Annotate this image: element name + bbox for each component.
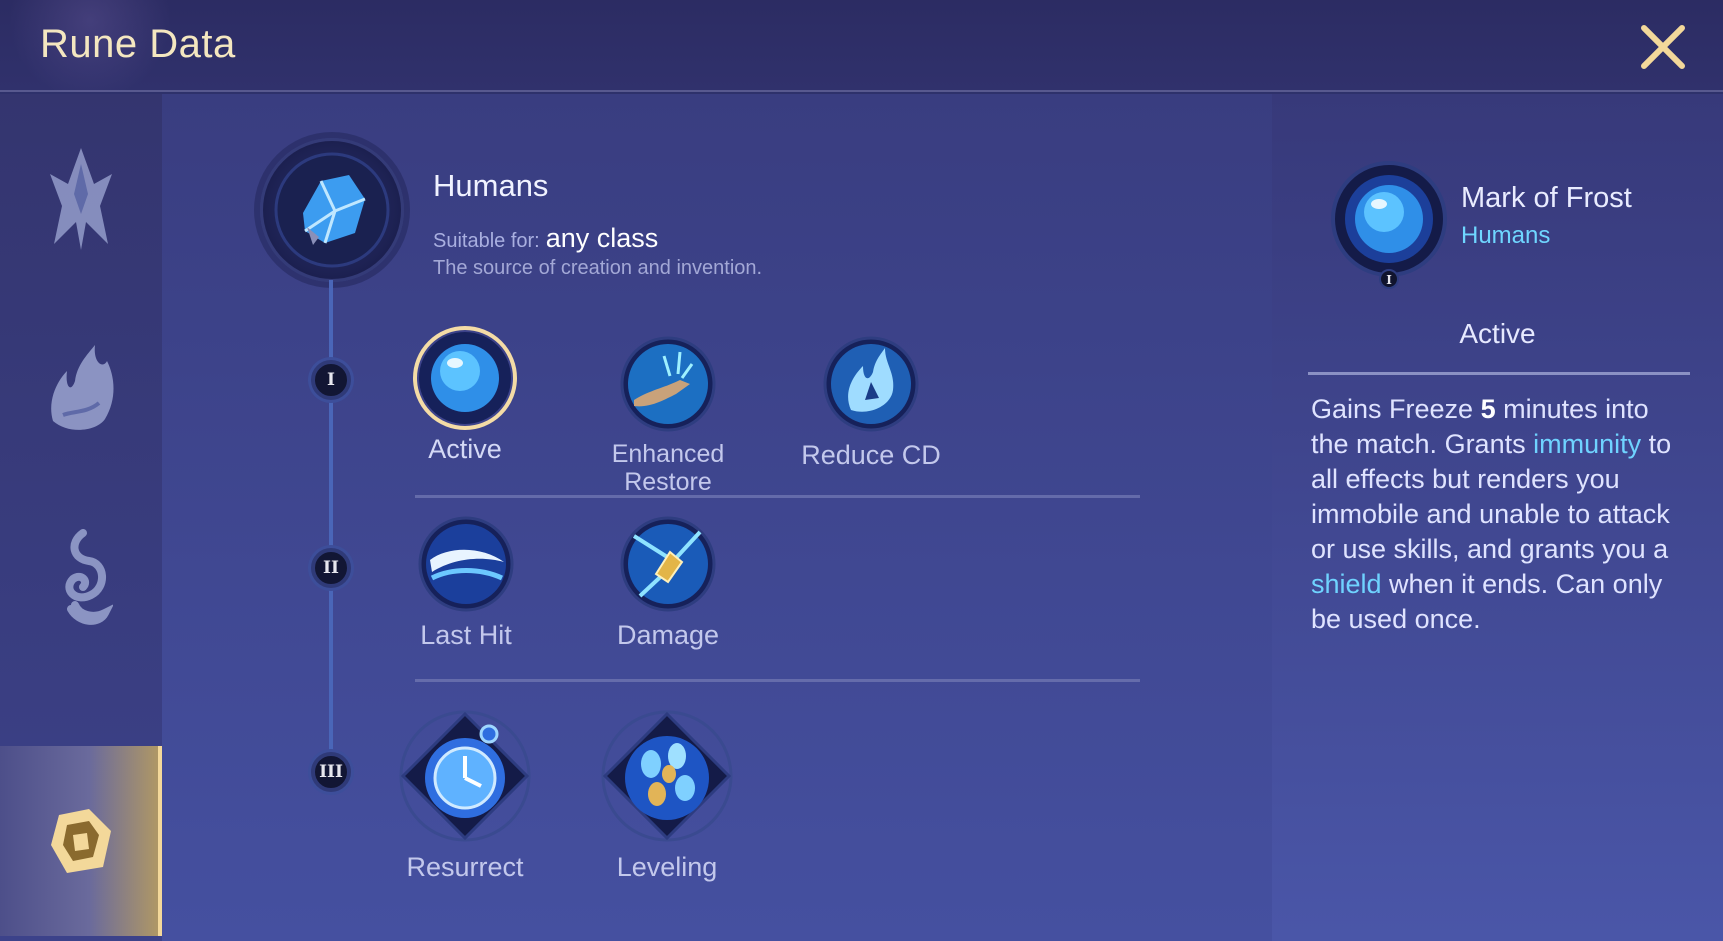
rune-label: Damage: [616, 620, 720, 650]
gold-shard-icon: [620, 516, 716, 612]
race-description: The source of creation and invention.: [433, 257, 763, 279]
rune-label: Reduce CD: [801, 440, 941, 470]
category-tab-2[interactable]: [0, 294, 162, 484]
tier-divider-1: [415, 495, 1140, 498]
frost-orb-icon: I: [1331, 161, 1447, 289]
spiky-crest-icon: [50, 148, 112, 250]
rune-data-screen: Rune Data Humans Suitable for: any class…: [0, 0, 1723, 941]
detail-divider: [1308, 372, 1690, 375]
rune-label: Last Hit: [420, 620, 512, 650]
flame-claw-icon: [51, 345, 114, 430]
category-tab-1[interactable]: [0, 104, 162, 294]
rune-reduce-cd[interactable]: Reduce CD: [771, 336, 971, 470]
frost-orb-icon: [413, 326, 517, 430]
coins-icon: [601, 710, 733, 842]
category-tab-3[interactable]: [0, 484, 162, 674]
race-name: Humans: [433, 168, 549, 203]
selected-rune-description: Gains Freeze 5 minutes into the match. G…: [1311, 392, 1691, 637]
race-emblem: [260, 138, 404, 282]
blue-flame-icon: [823, 336, 919, 432]
category-sidebar: [0, 94, 162, 941]
blue-crystal-icon: [274, 152, 390, 268]
close-button[interactable]: [1636, 20, 1690, 74]
rune-resurrect[interactable]: Resurrect: [365, 708, 565, 882]
rune-active[interactable]: Active: [365, 326, 565, 464]
desc-keyword-immunity: immunity: [1533, 429, 1642, 459]
stopwatch-icon: [399, 710, 531, 842]
selected-rune-name: Mark of Frost: [1461, 182, 1632, 214]
close-icon: [1641, 25, 1685, 69]
suitable-label: Suitable for:: [433, 230, 540, 252]
suitable-class-value: any class: [545, 223, 659, 253]
rune-leveling[interactable]: Leveling: [567, 708, 767, 882]
rune-label: Active: [428, 434, 502, 464]
selected-rune-race: Humans: [1461, 222, 1551, 249]
tier-connector-line: [329, 280, 333, 770]
suitable-for: Suitable for: any class: [433, 223, 658, 254]
rune-enhanced-restore[interactable]: Enhanced Restore: [568, 336, 768, 496]
rune-last-hit[interactable]: Last Hit: [366, 516, 566, 650]
selected-rune-tier: Active: [1459, 318, 1536, 349]
rune-label: Enhanced Restore: [611, 440, 725, 496]
crystal-emblem-icon: [51, 809, 111, 873]
spirit-swirl-icon: [65, 529, 113, 625]
healing-hand-icon: [620, 336, 716, 432]
desc-text: Gains Freeze: [1311, 394, 1481, 424]
rune-label: Leveling: [616, 852, 718, 882]
desc-number: 5: [1480, 394, 1496, 424]
rune-label: Resurrect: [406, 852, 524, 882]
tier-node-1: I: [311, 360, 351, 400]
page-title: Rune Data: [40, 22, 236, 66]
selected-rune-emblem: I: [1330, 160, 1448, 290]
desc-keyword-shield: shield: [1311, 569, 1382, 599]
tier-node-3: III: [311, 752, 351, 792]
header-bar: Rune Data: [0, 0, 1723, 92]
emblem-tier-numeral: I: [1386, 273, 1392, 287]
tier-divider-2: [415, 679, 1140, 682]
category-tab-4[interactable]: [0, 746, 162, 936]
tier-node-2: II: [311, 548, 351, 588]
rune-damage[interactable]: Damage: [568, 516, 768, 650]
crescent-slash-icon: [418, 516, 514, 612]
